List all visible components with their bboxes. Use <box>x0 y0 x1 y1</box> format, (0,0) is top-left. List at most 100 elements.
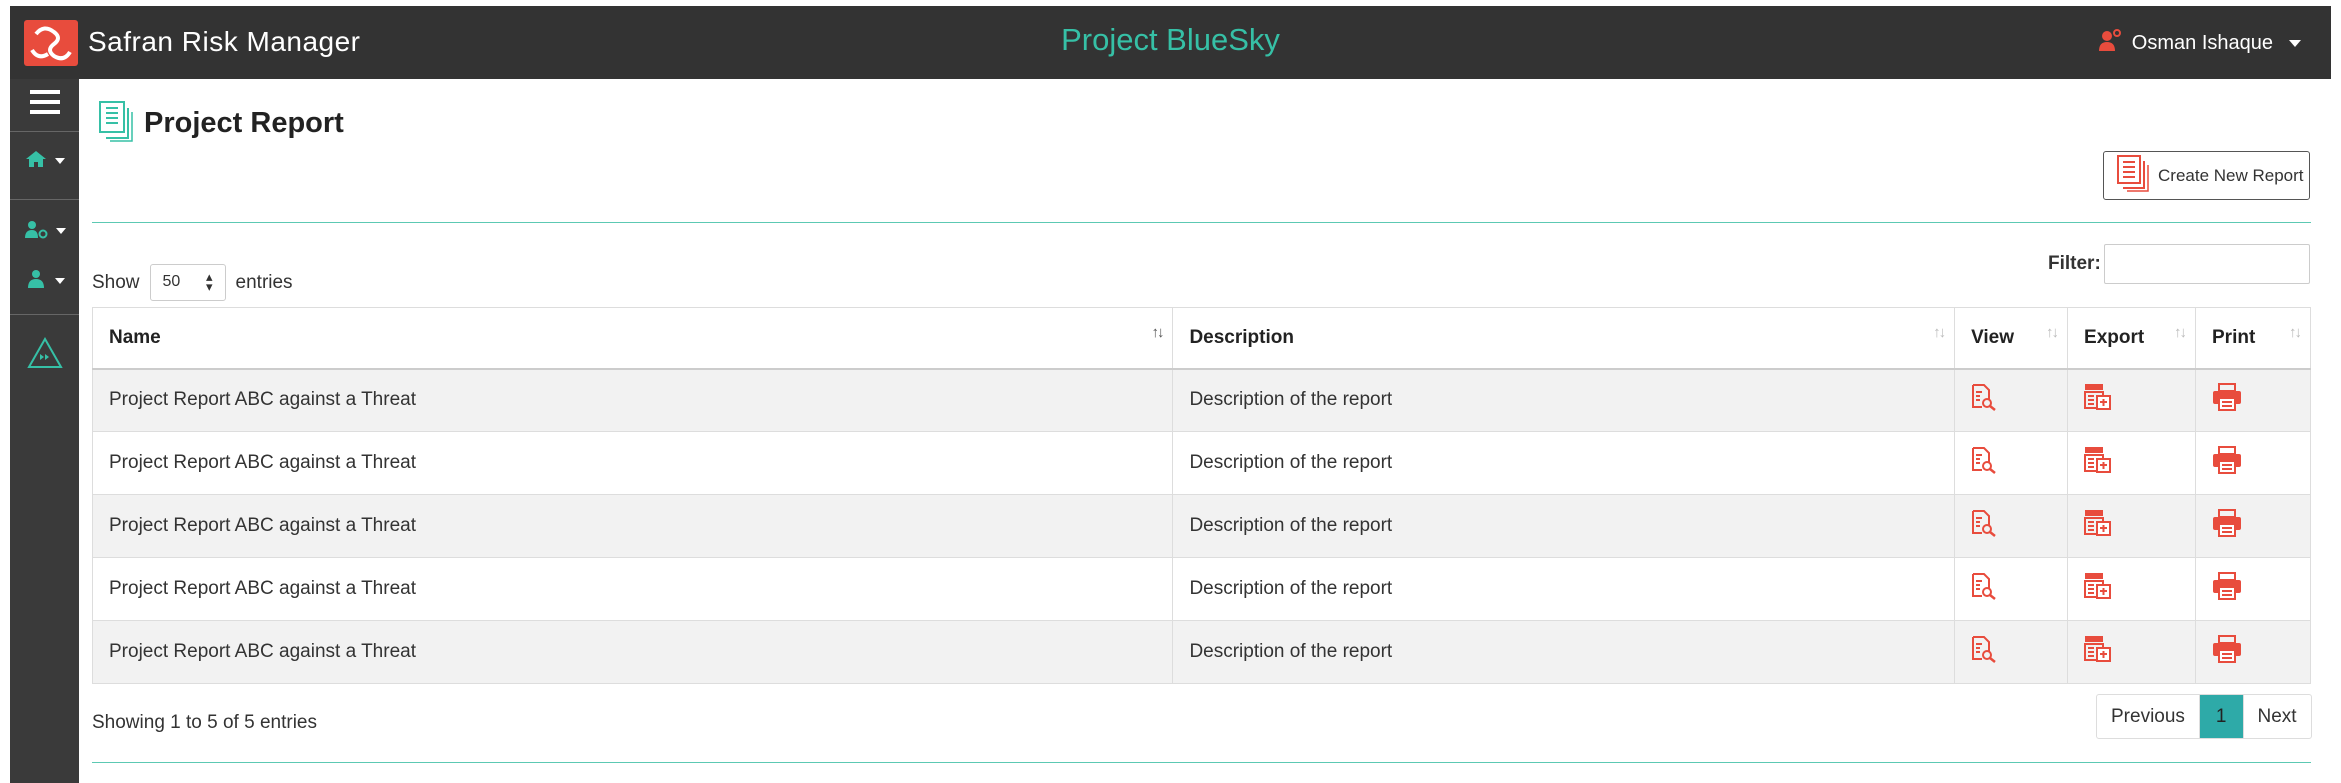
view-report-icon[interactable] <box>1971 635 1997 669</box>
sort-icon: ↑↓ <box>1151 324 1164 341</box>
table-row: Project Report ABC against a Threat Descr… <box>91 431 2311 495</box>
cell-print <box>2195 494 2311 558</box>
export-report-icon[interactable] <box>2084 383 2112 417</box>
next-page-button[interactable]: Next <box>2244 695 2311 738</box>
previous-page-button[interactable]: Previous <box>2097 695 2200 738</box>
print-icon[interactable] <box>2212 572 2242 606</box>
sidebar-item-user-group[interactable] <box>10 263 79 299</box>
cell-name: Project Report ABC against a Threat <box>91 494 1174 558</box>
sort-icon: ↑↓ <box>1933 324 1946 341</box>
cell-export <box>2067 557 2196 621</box>
cell-export <box>2067 620 2196 684</box>
cell-view <box>1954 431 2069 495</box>
chevron-down-icon <box>54 158 65 164</box>
cell-description: Description of the report <box>1172 368 1956 432</box>
window-frame-right <box>2331 0 2341 783</box>
divider-bottom <box>92 762 2311 763</box>
cell-view <box>1954 620 2069 684</box>
menu-icon <box>29 89 60 120</box>
view-report-icon[interactable] <box>1971 446 1997 480</box>
user-group-icon <box>25 269 47 294</box>
export-report-icon[interactable] <box>2084 572 2112 606</box>
print-icon[interactable] <box>2212 635 2242 669</box>
user-menu[interactable]: Osman Ishaque <box>2098 28 2301 58</box>
entries-length-control: Show 50 ▴ ▾ entries <box>92 264 293 301</box>
cell-print <box>2195 431 2311 495</box>
cell-view <box>1954 494 2069 558</box>
sort-icon: ↑↓ <box>2289 324 2302 341</box>
entries-select-value: 50 <box>162 273 181 290</box>
document-icon <box>98 100 134 147</box>
create-new-report-button[interactable]: Create New Report <box>2103 151 2310 200</box>
entries-label: entries <box>235 271 293 293</box>
cell-description: Description of the report <box>1172 431 1956 495</box>
divider-top <box>92 222 2311 223</box>
print-icon[interactable] <box>2212 383 2242 417</box>
filter-input[interactable] <box>2104 244 2310 284</box>
sidebar-divider <box>10 314 79 315</box>
sidebar-item-analysis[interactable] <box>10 333 79 377</box>
user-alert-icon <box>2098 28 2122 58</box>
show-label: Show <box>92 271 140 293</box>
cell-view <box>1954 557 2069 621</box>
home-icon <box>25 150 47 173</box>
cell-view <box>1954 368 2069 432</box>
project-title: Project BlueSky <box>1061 22 1280 57</box>
chevron-down-icon <box>55 228 66 234</box>
cell-print <box>2195 620 2311 684</box>
column-header-export[interactable]: Export ↑↓ <box>2067 307 2196 370</box>
table-row: Project Report ABC against a Threat Descr… <box>91 494 2311 558</box>
view-report-icon[interactable] <box>1971 509 1997 543</box>
export-report-icon[interactable] <box>2084 509 2112 543</box>
sidebar <box>10 79 79 783</box>
page-header: Project Report <box>98 100 344 147</box>
column-header-view[interactable]: View ↑↓ <box>1954 307 2069 370</box>
table-row: Project Report ABC against a Threat Descr… <box>91 368 2311 432</box>
print-icon[interactable] <box>2212 446 2242 480</box>
cell-export <box>2067 431 2196 495</box>
top-navbar: Safran Risk Manager Project BlueSky Osma… <box>10 6 2331 79</box>
export-report-icon[interactable] <box>2084 635 2112 669</box>
column-header-print[interactable]: Print ↑↓ <box>2195 307 2311 370</box>
page-1-button[interactable]: 1 <box>2199 695 2244 738</box>
sidebar-toggle-button[interactable] <box>10 81 79 127</box>
table-info: Showing 1 to 5 of 5 entries <box>92 712 317 733</box>
cell-name: Project Report ABC against a Threat <box>91 431 1174 495</box>
report-icon <box>2116 154 2150 197</box>
cell-export <box>2067 368 2196 432</box>
window-frame-left <box>0 0 10 783</box>
chevron-down-icon <box>54 278 65 284</box>
sidebar-divider <box>10 131 79 132</box>
page-title: Project Report <box>144 107 344 139</box>
table-header-row: Name ↑↓ Description ↑↓ View ↑↓ Export ↑↓… <box>91 307 2311 370</box>
user-name: Osman Ishaque <box>2131 31 2273 54</box>
table-body: Project Report ABC against a Threat Descr… <box>91 368 2311 684</box>
cell-description: Description of the report <box>1172 557 1956 621</box>
print-icon[interactable] <box>2212 509 2242 543</box>
report-table: Name ↑↓ Description ↑↓ View ↑↓ Export ↑↓… <box>91 307 2311 684</box>
create-new-report-label: Create New Report <box>2158 165 2304 185</box>
cell-name: Project Report ABC against a Threat <box>91 368 1174 432</box>
cell-description: Description of the report <box>1172 494 1956 558</box>
sidebar-divider <box>10 199 79 200</box>
sidebar-item-home[interactable] <box>10 143 79 179</box>
sort-icon: ↑↓ <box>2174 324 2187 341</box>
chevron-down-icon <box>2289 39 2301 47</box>
view-report-icon[interactable] <box>1971 572 1997 606</box>
sort-icon: ↑↓ <box>2046 324 2059 341</box>
column-header-description[interactable]: Description ↑↓ <box>1172 307 1956 370</box>
export-report-icon[interactable] <box>2084 446 2112 480</box>
entries-select[interactable]: 50 ▴ ▾ <box>149 264 226 301</box>
table-row: Project Report ABC against a Threat Descr… <box>91 620 2311 684</box>
view-report-icon[interactable] <box>1971 383 1997 417</box>
pagination: Previous 1 Next <box>2096 694 2312 739</box>
cell-print <box>2195 557 2311 621</box>
cell-export <box>2067 494 2196 558</box>
user-settings-icon <box>24 219 48 244</box>
filter-label: Filter: <box>2048 253 2101 274</box>
column-header-name[interactable]: Name ↑↓ <box>91 307 1174 370</box>
table-row: Project Report ABC against a Threat Descr… <box>91 557 2311 621</box>
sidebar-item-user-settings[interactable] <box>10 213 79 249</box>
cell-name: Project Report ABC against a Threat <box>91 620 1174 684</box>
cell-name: Project Report ABC against a Threat <box>91 557 1174 621</box>
